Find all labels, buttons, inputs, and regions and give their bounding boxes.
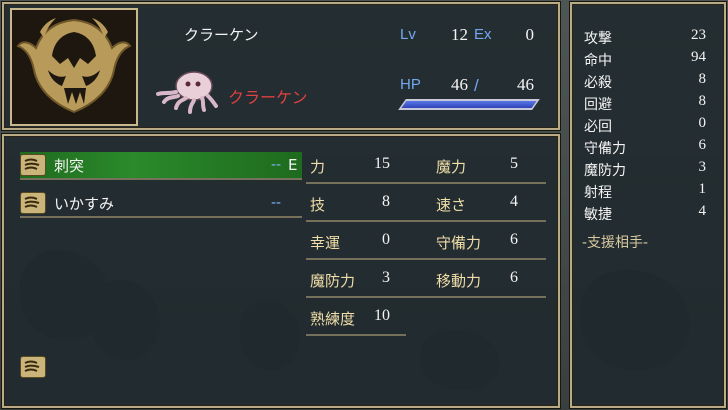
item-equipped-mark: E: [288, 156, 298, 174]
param-label: 力: [310, 158, 326, 176]
side-stat-value: 23: [691, 27, 706, 43]
item-row-divider: [20, 178, 302, 180]
item-uses: --: [270, 157, 282, 173]
hp-max: 46: [517, 75, 534, 94]
hp-current: 46: [451, 75, 468, 94]
param-value: 8: [382, 193, 390, 210]
hp-separator: /: [474, 76, 479, 95]
unit-name: クラーケン: [184, 26, 259, 44]
unit-header-panel: クラーケン クラーケン Lv 12 Ex 0 HP 46 / 46: [2, 2, 560, 130]
param-row-divider: [306, 220, 546, 222]
side-stat-label: 守備力: [584, 141, 626, 157]
param-value: 4: [510, 193, 518, 210]
ex-value: 0: [525, 25, 535, 44]
item-row-1[interactable]: いかすみ --: [20, 190, 302, 216]
kraken-portrait-icon: [14, 12, 134, 122]
side-stat-value: 4: [698, 203, 707, 219]
side-stat-label: 必回: [584, 119, 612, 135]
lv-label: Lv: [400, 26, 416, 43]
side-stat-value: 8: [698, 93, 707, 109]
param-label: 魔防力: [310, 272, 356, 290]
side-stat-label: 必殺: [584, 75, 612, 91]
support-partner-label: -支援相手-: [582, 235, 649, 251]
param-label: 守備力: [436, 234, 482, 252]
portrait-frame: [10, 8, 138, 126]
side-stat-value: 3: [698, 159, 707, 175]
item-row-divider: [20, 216, 302, 218]
item-name: 刺突: [54, 156, 85, 175]
lv-value: 12: [451, 25, 468, 44]
param-label: 速さ: [436, 196, 467, 214]
param-label: 熟練度: [310, 310, 356, 328]
param-value: 3: [382, 269, 390, 286]
side-stat-label: 射程: [584, 185, 612, 201]
param-value: 15: [374, 155, 390, 172]
param-value: 10: [374, 307, 390, 324]
param-row-divider: [306, 334, 406, 336]
inventory-params-panel: 刺突 -- E いかすみ -- 力 15 技 8 幸運 0 魔防力 3 熟練度 10 魔力 5 速さ 4 守…: [2, 134, 560, 408]
param-value: 0: [382, 231, 390, 248]
side-stat-value: 1: [698, 181, 707, 197]
claw-icon: [20, 356, 46, 378]
side-stat-value: 94: [691, 49, 706, 65]
combat-stats-panel: 攻撃 23 命中 94 必殺 8 回避 8 必回 0 守備力 6 魔防力 3 射程 1 敏捷 4 -支援相手-: [570, 2, 726, 408]
claw-icon: [20, 192, 46, 214]
param-label: 移動力: [436, 272, 482, 290]
param-label: 技: [310, 196, 326, 214]
param-row-divider: [306, 182, 546, 184]
item-uses: --: [270, 195, 282, 211]
ex-label: Ex: [474, 26, 492, 43]
hp-bar-fill: [401, 101, 537, 108]
param-row-divider: [306, 258, 546, 260]
param-label: 魔力: [436, 158, 467, 176]
side-stat-value: 0: [698, 115, 707, 131]
param-value: 6: [510, 231, 518, 248]
item-row-0[interactable]: 刺突 -- E: [20, 152, 302, 178]
unit-class: クラーケン: [228, 88, 308, 107]
item-name: いかすみ: [54, 194, 115, 213]
side-stat-label: 攻撃: [584, 31, 612, 47]
side-stat-label: 魔防力: [584, 163, 626, 179]
side-stat-label: 回避: [584, 97, 612, 113]
side-stat-label: 命中: [584, 53, 612, 69]
side-stat-value: 8: [698, 71, 707, 87]
param-value: 6: [510, 269, 518, 286]
item-row-empty[interactable]: [20, 354, 60, 380]
param-row-divider: [306, 296, 546, 298]
side-stat-label: 敏捷: [584, 207, 612, 223]
hp-label: HP: [400, 76, 421, 93]
kraken-sprite-icon: [156, 71, 218, 114]
claw-icon: [20, 154, 46, 176]
side-stat-value: 6: [698, 137, 707, 153]
param-value: 5: [510, 155, 518, 172]
param-label: 幸運: [310, 234, 341, 252]
hp-bar: [398, 99, 540, 110]
